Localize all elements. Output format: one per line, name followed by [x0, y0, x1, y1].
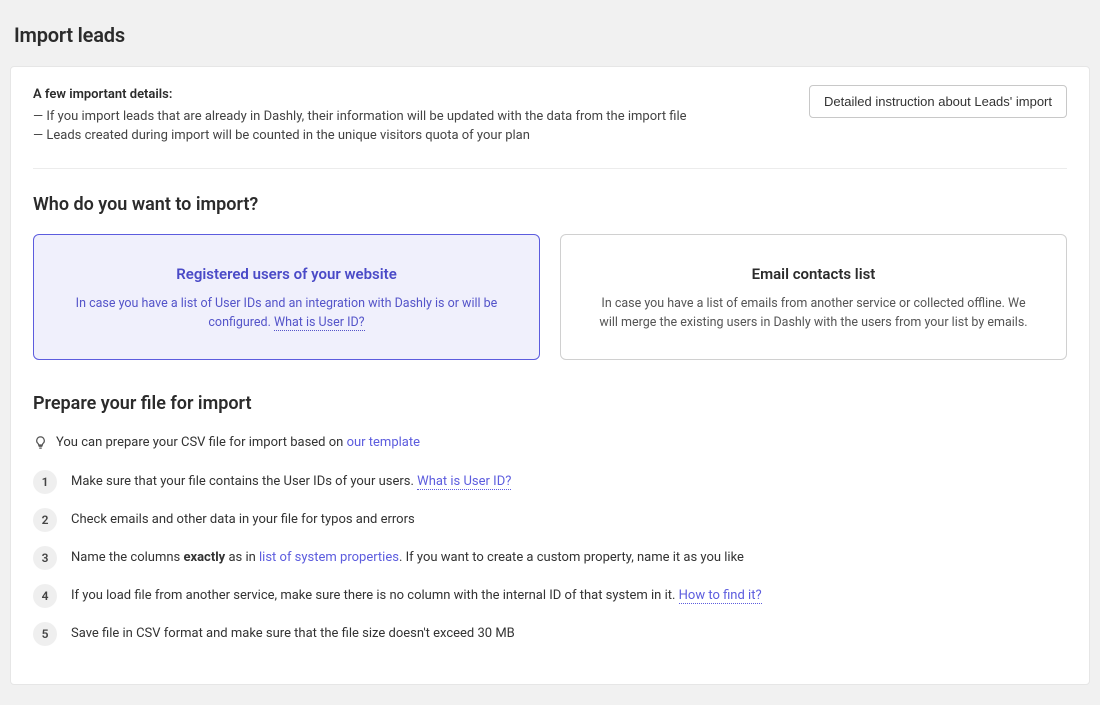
our-template-link[interactable]: our template	[347, 435, 420, 450]
option-email-contacts-desc: In case you have a list of emails from a…	[591, 295, 1036, 333]
option-registered-users-desc: In case you have a list of User IDs and …	[64, 295, 509, 333]
step-5-text: Save file in CSV format and make sure th…	[71, 624, 515, 644]
what-is-user-id-link[interactable]: What is User ID?	[274, 315, 365, 331]
step-4-text: If you load file from another service, m…	[71, 586, 762, 606]
who-import-heading: Who do you want to import?	[33, 191, 1067, 218]
option-registered-users-title: Registered users of your website	[64, 263, 509, 286]
step-3-c: . If you want to create a custom propert…	[399, 550, 744, 565]
step-1-text: Make sure that your file contains the Us…	[71, 472, 511, 492]
step-number-1: 1	[33, 470, 57, 494]
main-card: A few important details: — If you import…	[10, 66, 1090, 685]
important-details: A few important details: — If you import…	[33, 85, 785, 146]
step-3-bold: exactly	[183, 550, 225, 565]
step-2-text: Check emails and other data in your file…	[71, 510, 415, 530]
details-line-2: — Leads created during import will be co…	[33, 126, 785, 146]
step-1: 1 Make sure that your file contains the …	[33, 470, 1067, 494]
system-properties-link[interactable]: list of system properties	[259, 550, 399, 565]
step-5: 5 Save file in CSV format and make sure …	[33, 622, 1067, 646]
step-4-a: If you load file from another service, m…	[71, 588, 679, 603]
step-3-text: Name the columns exactly as in list of s…	[71, 548, 744, 568]
lightbulb-icon	[33, 435, 48, 450]
step-2: 2 Check emails and other data in your fi…	[33, 508, 1067, 532]
prepare-file-heading: Prepare your file for import	[33, 390, 1067, 417]
what-is-user-id-link-step[interactable]: What is User ID?	[417, 474, 511, 490]
divider	[33, 168, 1067, 169]
step-4: 4 If you load file from another service,…	[33, 584, 1067, 608]
tip-prefix: You can prepare your CSV file for import…	[56, 435, 347, 450]
step-1-text-a: Make sure that your file contains the Us…	[71, 474, 417, 489]
details-line-1: — If you import leads that are already i…	[33, 107, 785, 127]
step-number-2: 2	[33, 508, 57, 532]
detailed-instruction-button[interactable]: Detailed instruction about Leads' import	[809, 85, 1067, 118]
details-heading: A few important details:	[33, 85, 785, 105]
steps-list: 1 Make sure that your file contains the …	[33, 470, 1067, 646]
step-number-4: 4	[33, 584, 57, 608]
option-registered-users[interactable]: Registered users of your website In case…	[33, 234, 540, 360]
step-number-3: 3	[33, 546, 57, 570]
option-email-contacts[interactable]: Email contacts list In case you have a l…	[560, 234, 1067, 360]
step-3-b: as in	[225, 550, 259, 565]
step-number-5: 5	[33, 622, 57, 646]
option-email-contacts-title: Email contacts list	[591, 263, 1036, 286]
step-3-a: Name the columns	[71, 550, 183, 565]
tip-text: You can prepare your CSV file for import…	[56, 433, 420, 453]
how-to-find-it-link[interactable]: How to find it?	[679, 588, 762, 604]
step-3: 3 Name the columns exactly as in list of…	[33, 546, 1067, 570]
page-title: Import leads	[10, 0, 1090, 66]
